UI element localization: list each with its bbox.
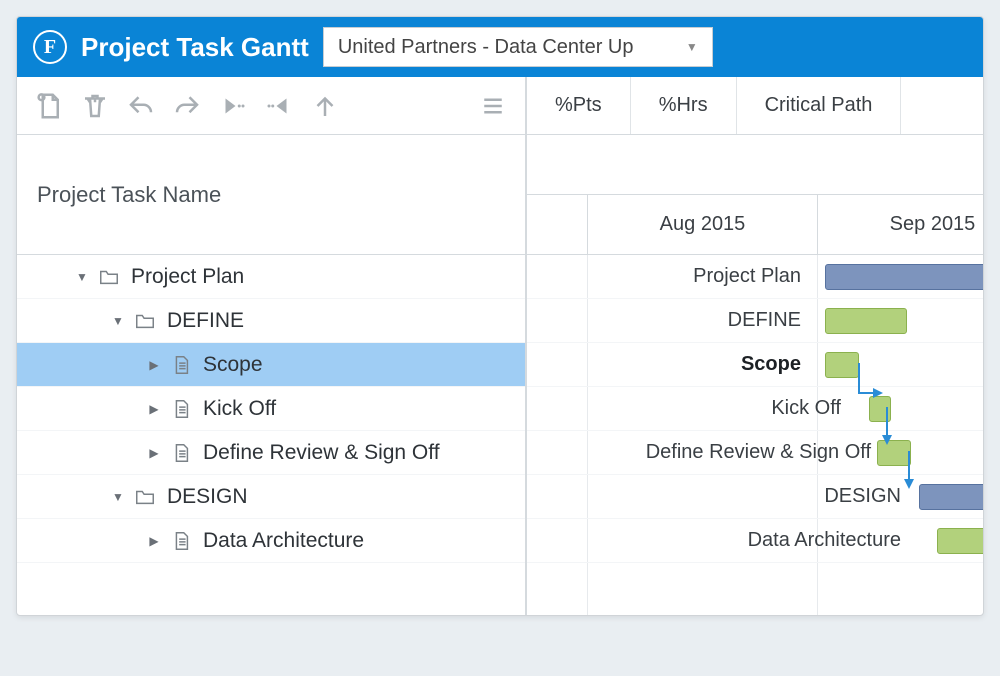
folder-icon [97, 265, 121, 289]
tree-row-label: Define Review & Sign Off [203, 441, 440, 465]
move-up-button[interactable] [305, 86, 345, 126]
tab-pts[interactable]: %Pts [527, 77, 631, 134]
document-icon [169, 441, 193, 465]
gantt-label: Kick Off [771, 397, 853, 420]
gantt-bar[interactable] [877, 440, 911, 466]
document-icon [169, 397, 193, 421]
chevron-down-icon: ▼ [686, 40, 698, 54]
gantt-bar[interactable] [825, 308, 907, 334]
tree-row-label: Scope [203, 353, 263, 377]
folder-icon [133, 485, 157, 509]
project-select-value: United Partners - Data Center Up [338, 36, 634, 59]
indent-right-button[interactable] [213, 86, 253, 126]
tab-hrs[interactable]: %Hrs [631, 77, 737, 134]
column-header-task-name: Project Task Name [17, 135, 525, 255]
tree-row-label: Kick Off [203, 397, 276, 421]
gantt-row-define-review[interactable]: Define Review & Sign Off [527, 431, 983, 475]
gantt-pane: Aug 2015 Sep 2015 Project Plan DEFINE Sc… [527, 135, 983, 615]
month-spacer [527, 195, 587, 254]
disclosure-triangle-icon[interactable] [145, 402, 163, 416]
timeline-header-months: Aug 2015 Sep 2015 [527, 195, 983, 254]
task-tree: Project Plan DEFINE Scope Kick Off [17, 255, 525, 615]
new-doc-button[interactable] [29, 86, 69, 126]
timeline-header: Aug 2015 Sep 2015 [527, 135, 983, 255]
delete-button[interactable] [75, 86, 115, 126]
tree-row-label: DEFINE [167, 309, 244, 333]
gantt-row-kickoff[interactable]: Kick Off [527, 387, 983, 431]
app-window: F Project Task Gantt United Partners - D… [16, 16, 984, 616]
gantt-label: Define Review & Sign Off [646, 441, 883, 464]
tree-row-scope[interactable]: Scope [17, 343, 525, 387]
indent-left-button[interactable] [259, 86, 299, 126]
tab-critical-path[interactable]: Critical Path [737, 77, 902, 134]
gantt-bar[interactable] [869, 396, 891, 422]
disclosure-triangle-icon[interactable] [145, 446, 163, 460]
body: Project Task Name Project Plan DEFINE Sc… [17, 135, 983, 615]
gantt-label: DEFINE [728, 309, 813, 332]
tree-row-define[interactable]: DEFINE [17, 299, 525, 343]
gantt-label: Scope [741, 353, 813, 376]
tree-row-design[interactable]: DESIGN [17, 475, 525, 519]
gantt-label: Project Plan [693, 265, 813, 288]
gantt-row-design[interactable]: DESIGN [527, 475, 983, 519]
tree-row-label: Data Architecture [203, 529, 364, 553]
gantt-bar[interactable] [825, 352, 859, 378]
document-icon [169, 353, 193, 377]
toolbar-left [17, 77, 527, 134]
tree-row-label: Project Plan [131, 265, 244, 289]
gantt-bar[interactable] [919, 484, 983, 510]
header-bar: F Project Task Gantt United Partners - D… [17, 17, 983, 77]
gantt-bar[interactable] [937, 528, 983, 554]
undo-button[interactable] [121, 86, 161, 126]
gantt-bar[interactable] [825, 264, 983, 290]
task-tree-pane: Project Task Name Project Plan DEFINE Sc… [17, 135, 527, 615]
folder-icon [133, 309, 157, 333]
gantt-row-data-architecture[interactable]: Data Architecture [527, 519, 983, 563]
disclosure-triangle-icon[interactable] [109, 490, 127, 504]
disclosure-triangle-icon[interactable] [73, 270, 91, 284]
tree-row-label: DESIGN [167, 485, 248, 509]
month-aug: Aug 2015 [587, 195, 817, 254]
gantt-label: DESIGN [824, 485, 913, 508]
disclosure-triangle-icon[interactable] [145, 358, 163, 372]
tree-row-define-review[interactable]: Define Review & Sign Off [17, 431, 525, 475]
gantt-row-project-plan[interactable]: Project Plan [527, 255, 983, 299]
toolbar-right: %Pts %Hrs Critical Path [527, 77, 983, 134]
gantt-chart[interactable]: Project Plan DEFINE Scope Kick Off Defin… [527, 255, 983, 615]
month-sep: Sep 2015 [817, 195, 983, 254]
timeline-header-top [527, 135, 983, 195]
tree-row-data-architecture[interactable]: Data Architecture [17, 519, 525, 563]
tree-row-kickoff[interactable]: Kick Off [17, 387, 525, 431]
gantt-row-define[interactable]: DEFINE [527, 299, 983, 343]
document-icon [169, 529, 193, 553]
project-select[interactable]: United Partners - Data Center Up ▼ [323, 27, 713, 67]
toolbar: %Pts %Hrs Critical Path [17, 77, 983, 135]
redo-button[interactable] [167, 86, 207, 126]
page-title: Project Task Gantt [81, 32, 309, 63]
disclosure-triangle-icon[interactable] [145, 534, 163, 548]
gantt-label: Data Architecture [748, 529, 913, 552]
gantt-row-scope[interactable]: Scope [527, 343, 983, 387]
logo-icon: F [33, 30, 67, 64]
tree-row-project-plan[interactable]: Project Plan [17, 255, 525, 299]
disclosure-triangle-icon[interactable] [109, 314, 127, 328]
menu-button[interactable] [473, 86, 513, 126]
